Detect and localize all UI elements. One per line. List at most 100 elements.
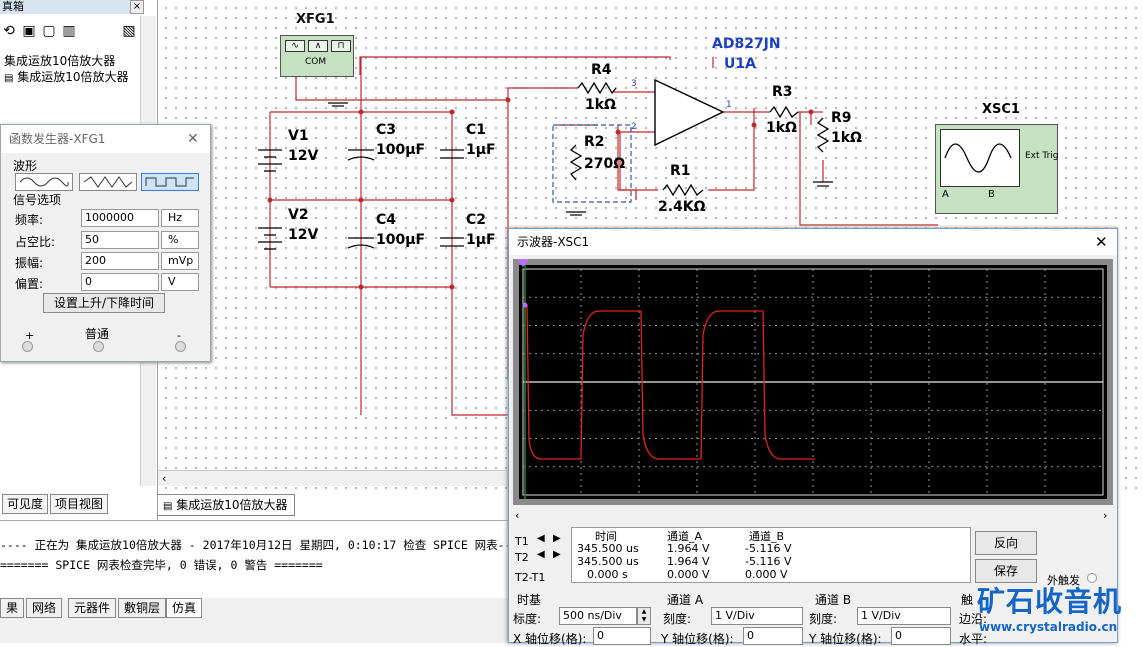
xfg-com-label: COM — [305, 57, 327, 67]
results-log: ---- 正在为 集成运放10倍放大器 - 2017年10月12日 星期四, 0… — [0, 520, 532, 598]
save-icon[interactable]: ▣ — [20, 22, 38, 40]
t2-left-arrow[interactable]: ◀ — [537, 549, 545, 560]
reverse-button[interactable]: 反向 — [975, 531, 1037, 555]
channel-a-y-position-label: Y 轴位移(格): — [661, 632, 734, 646]
r4-value: 1kΩ — [585, 97, 616, 113]
ext-trig-label: Ext Trig — [1025, 151, 1059, 161]
t2-t1-time: 0.000 s — [587, 568, 628, 581]
close-icon[interactable]: ✕ — [187, 131, 199, 147]
channel-a-terminal[interactable]: A — [942, 189, 949, 200]
negative-terminal[interactable] — [175, 341, 186, 352]
t2-time: 345.500 us — [577, 555, 639, 568]
oscilloscope-display[interactable] — [513, 259, 1113, 505]
t2-t1-channel-b: 0.000 V — [745, 568, 788, 581]
t2-channel-a: 1.964 V — [667, 555, 710, 568]
r1-value: 2.4KΩ — [658, 199, 706, 215]
oscilloscope-title: 示波器-XSC1 — [509, 229, 1117, 255]
channel-b-terminal[interactable]: B — [988, 189, 995, 200]
r2-value: 270Ω — [584, 156, 626, 172]
tree-item-design[interactable]: ▤ 集成运放10倍放大器 — [4, 68, 129, 85]
sine-wave-button[interactable] — [15, 173, 73, 191]
r3-value: 1kΩ — [766, 120, 797, 136]
c4-label: C4 — [376, 212, 397, 228]
toolbox-title: 真箱 — [0, 0, 140, 14]
tab-results[interactable]: 果 — [0, 598, 25, 618]
document-icon[interactable]: ▢ — [40, 22, 58, 40]
positive-terminal[interactable] — [22, 341, 33, 352]
duty-cycle-input[interactable]: 50 — [81, 231, 159, 249]
xsc1-instrument[interactable]: Ext Trig A B — [935, 124, 1059, 214]
cursor-t1-marker[interactable] — [517, 259, 529, 267]
t2-t1-label: T2-T1 — [515, 571, 546, 584]
schematic-file-icon: ▤ — [4, 73, 14, 84]
signal-options-label: 信号选项 — [13, 193, 62, 207]
frequency-input[interactable]: 1000000 — [81, 209, 159, 227]
pin2-label: 2 — [631, 122, 637, 132]
waveform-plot — [519, 265, 1107, 499]
channel-a-y-position-input[interactable]: 0 — [743, 627, 803, 645]
timebase-scale-input[interactable]: 500 ns/Div — [559, 607, 637, 625]
opamp-part-label: AD827JN — [712, 36, 781, 52]
t2-channel-b: -5.116 V — [745, 555, 792, 568]
timebase-scale-spinner[interactable]: ▲ ▼ — [637, 607, 651, 625]
display-horizontal-scrollbar[interactable]: ‹ › — [513, 509, 1113, 523]
folder-open-icon[interactable]: ⟲ — [0, 22, 18, 40]
tab-simulation[interactable]: 仿真 — [166, 598, 203, 618]
t2-right-arrow[interactable]: ▶ — [553, 549, 561, 560]
tab-nets[interactable]: 网络 — [26, 598, 63, 618]
project-icon[interactable]: ▧ — [120, 22, 138, 40]
channel-a-scale-input[interactable]: 1 V/Div — [711, 607, 803, 625]
tab-components[interactable]: 元器件 — [68, 598, 117, 618]
square-wave-button[interactable] — [141, 173, 199, 191]
xsc1-label: XSC1 — [982, 102, 1020, 117]
channel-b-scale-input[interactable]: 1 V/Div — [857, 607, 951, 625]
common-terminal[interactable] — [93, 341, 104, 352]
t1-channel-a: 1.964 V — [667, 542, 710, 555]
tab-visibility[interactable]: 可见度 — [2, 494, 49, 514]
sine-wave-icon: ∿ — [285, 40, 305, 52]
xfg1-instrument[interactable]: ∿ ∧ ⊓ COM — [280, 35, 354, 77]
t1-right-arrow[interactable]: ▶ — [553, 533, 561, 544]
amplitude-label: 振幅: — [15, 256, 44, 270]
amplitude-unit[interactable]: mVp — [161, 252, 199, 270]
amplitude-input[interactable]: 200 — [81, 252, 159, 270]
tab-project-view[interactable]: 项目视图 — [50, 494, 109, 514]
offset-unit[interactable]: V — [161, 273, 199, 291]
scroll-left-arrow[interactable]: ‹ — [515, 509, 519, 522]
pin3-label: 3 — [631, 79, 637, 89]
t2-label: T2 — [515, 551, 529, 564]
close-icon[interactable]: ✕ — [1095, 233, 1108, 251]
r9-label: R9 — [831, 110, 852, 126]
square-wave-icon: ⊓ — [331, 40, 351, 52]
offset-input[interactable]: 0 — [81, 273, 159, 291]
canvas-horizontal-scrollbar[interactable]: ‹ — [158, 470, 508, 486]
channel-b-y-position-input[interactable]: 0 — [891, 627, 951, 645]
c4-value: 100µF — [376, 232, 426, 248]
design-tab[interactable]: ▤ 集成运放10倍放大器 — [156, 494, 295, 516]
t1-left-arrow[interactable]: ◀ — [537, 533, 545, 544]
t1-time: 345.500 us — [577, 542, 639, 555]
c2-label: C2 — [466, 212, 487, 228]
rise-fall-time-button[interactable]: 设置上升/下降时间 — [43, 293, 165, 313]
tree-item-root[interactable]: 集成运放10倍放大器 — [4, 52, 115, 69]
frequency-label: 频率: — [15, 213, 44, 227]
x-position-input[interactable]: 0 — [593, 627, 651, 645]
watermark-url: www.crystalradio.cn — [979, 620, 1118, 634]
t1-channel-b: -5.116 V — [745, 542, 792, 555]
properties-icon[interactable]: ▥ — [60, 22, 78, 40]
duty-cycle-unit[interactable]: % — [161, 231, 199, 249]
tree-item-design-label: 集成运放10倍放大器 — [17, 70, 129, 84]
duty-cycle-label: 占空比: — [15, 235, 56, 249]
function-generator-title: 函数发生器-XFG1 — [1, 125, 210, 153]
v2-value: 12V — [288, 227, 319, 243]
scroll-right-arrow[interactable]: › — [1103, 509, 1107, 522]
log-line-1: ---- 正在为 集成运放10倍放大器 - 2017年10月12日 星期四, 0… — [0, 538, 533, 552]
tab-copper-layers[interactable]: 敷铜层 — [118, 598, 167, 618]
frequency-unit[interactable]: Hz — [161, 209, 199, 227]
triangle-wave-icon: ∧ — [308, 40, 328, 52]
triangle-wave-button[interactable] — [79, 173, 137, 191]
close-icon[interactable]: × — [130, 0, 144, 14]
channel-b-y-position-label: Y 轴位移(格): — [809, 632, 882, 646]
watermark-title: 矿石收音机 — [977, 585, 1123, 618]
scroll-left-arrow[interactable]: ‹ — [162, 472, 166, 485]
